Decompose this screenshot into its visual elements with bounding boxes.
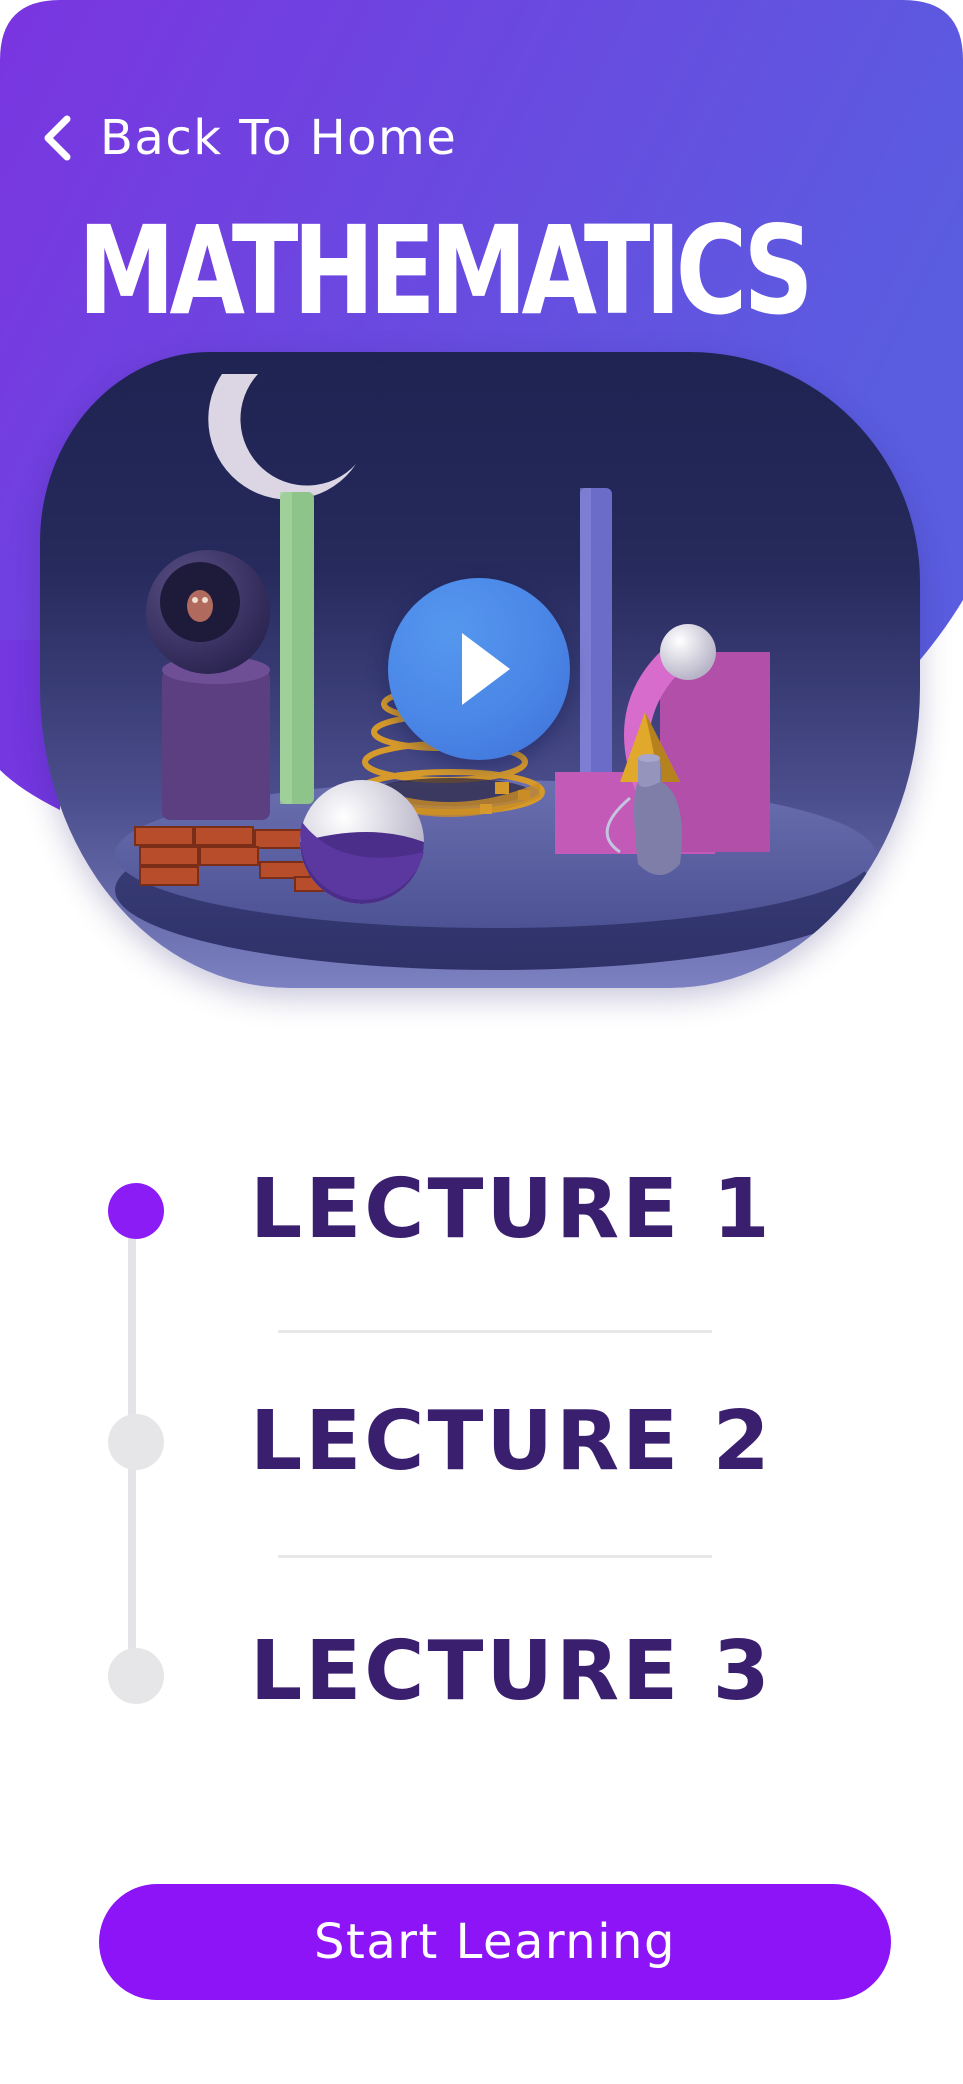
lecture-1-indicator	[108, 1183, 164, 1239]
page-title: MATHEMATICS	[78, 200, 814, 342]
lecture-3-item[interactable]: LECTURE 3	[250, 1616, 810, 1726]
lecture-3-indicator	[108, 1648, 164, 1704]
start-learning-button[interactable]: Start Learning	[99, 1884, 891, 2000]
chevron-left-icon	[44, 115, 71, 161]
lecture-1-label: LECTURE 1	[250, 1161, 773, 1257]
video-thumbnail[interactable]	[40, 352, 920, 988]
lecture-2-item[interactable]: LECTURE 2	[250, 1386, 810, 1496]
back-to-home-label: Back To Home	[100, 110, 458, 166]
lecture-1-item[interactable]: LECTURE 1	[250, 1154, 810, 1264]
lecture-2-indicator	[108, 1414, 164, 1470]
lecture-divider	[278, 1555, 712, 1558]
play-icon	[462, 633, 510, 705]
play-button[interactable]	[388, 578, 570, 760]
lecture-divider	[278, 1330, 712, 1333]
lecture-3-label: LECTURE 3	[250, 1623, 773, 1719]
lecture-2-label: LECTURE 2	[250, 1393, 773, 1489]
back-to-home-link[interactable]: Back To Home	[40, 108, 457, 168]
